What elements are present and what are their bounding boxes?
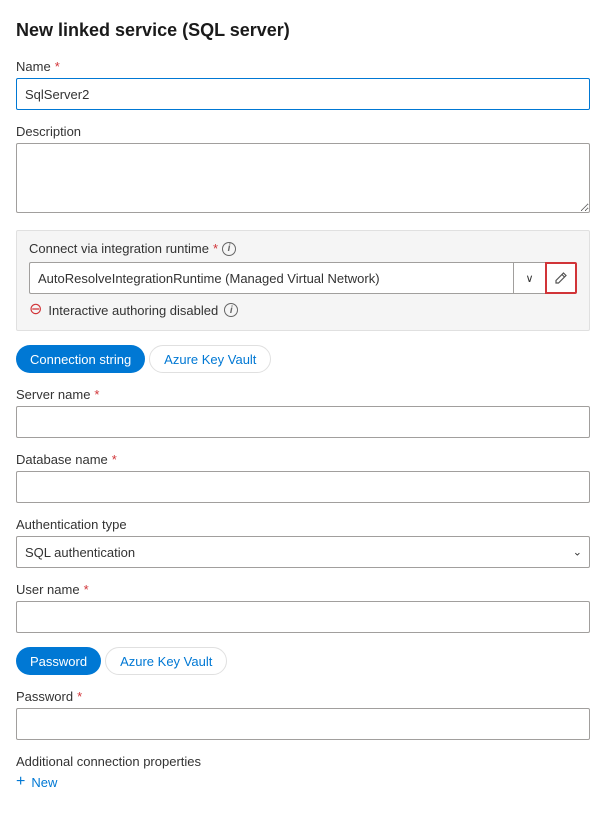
description-field-group: Description bbox=[16, 124, 590, 216]
interactive-authoring-text: Interactive authoring disabled bbox=[48, 303, 218, 318]
name-required: * bbox=[55, 59, 60, 74]
integration-runtime-label: Connect via integration runtime * i bbox=[29, 241, 577, 256]
password-tab[interactable]: Password bbox=[16, 647, 101, 675]
server-name-input[interactable] bbox=[16, 406, 590, 438]
name-field-group: Name * bbox=[16, 59, 590, 110]
password-input[interactable] bbox=[16, 708, 590, 740]
password-required: * bbox=[77, 689, 82, 704]
runtime-edit-button[interactable] bbox=[545, 262, 577, 294]
integration-runtime-section: Connect via integration runtime * i ∨ ⊖ … bbox=[16, 230, 590, 331]
auth-type-select[interactable]: SQL authentication Windows authenticatio… bbox=[16, 536, 590, 568]
description-label: Description bbox=[16, 124, 590, 139]
password-field-group: Password * bbox=[16, 689, 590, 740]
add-new-row[interactable]: + New bbox=[16, 773, 590, 791]
interactive-authoring-row: ⊖ Interactive authoring disabled i bbox=[29, 302, 577, 318]
username-field-group: User name * bbox=[16, 582, 590, 633]
integration-runtime-info-icon[interactable]: i bbox=[222, 242, 236, 256]
additional-connection-field-group: Additional connection properties + New bbox=[16, 754, 590, 791]
connection-string-tab[interactable]: Connection string bbox=[16, 345, 145, 373]
password-azure-key-vault-tab[interactable]: Azure Key Vault bbox=[105, 647, 227, 675]
runtime-chevron-button[interactable]: ∨ bbox=[513, 262, 545, 294]
database-name-label: Database name * bbox=[16, 452, 590, 467]
auth-type-label: Authentication type bbox=[16, 517, 590, 532]
database-name-field-group: Database name * bbox=[16, 452, 590, 503]
auth-type-field-group: Authentication type SQL authentication W… bbox=[16, 517, 590, 568]
additional-connection-label: Additional connection properties bbox=[16, 754, 590, 769]
plus-icon: + bbox=[16, 773, 25, 791]
runtime-input[interactable] bbox=[29, 262, 513, 294]
interactive-authoring-info-icon[interactable]: i bbox=[224, 303, 238, 317]
username-label: User name * bbox=[16, 582, 590, 597]
no-circle-icon: ⊖ bbox=[29, 302, 42, 318]
name-input[interactable] bbox=[16, 78, 590, 110]
database-name-required: * bbox=[112, 452, 117, 467]
username-required: * bbox=[84, 582, 89, 597]
database-name-input[interactable] bbox=[16, 471, 590, 503]
password-tab-row: Password Azure Key Vault bbox=[16, 647, 590, 675]
auth-type-select-wrapper: SQL authentication Windows authenticatio… bbox=[16, 536, 590, 568]
description-input[interactable] bbox=[16, 143, 590, 213]
integration-runtime-required: * bbox=[213, 241, 218, 256]
azure-key-vault-tab[interactable]: Azure Key Vault bbox=[149, 345, 271, 373]
pencil-icon bbox=[554, 271, 568, 285]
server-name-required: * bbox=[94, 387, 99, 402]
username-input[interactable] bbox=[16, 601, 590, 633]
add-new-label: New bbox=[31, 775, 57, 790]
server-name-field-group: Server name * bbox=[16, 387, 590, 438]
password-label: Password * bbox=[16, 689, 590, 704]
page-title: New linked service (SQL server) bbox=[16, 20, 590, 41]
runtime-input-row: ∨ bbox=[29, 262, 577, 294]
name-label: Name * bbox=[16, 59, 590, 74]
chevron-down-icon: ∨ bbox=[525, 272, 533, 285]
server-name-label: Server name * bbox=[16, 387, 590, 402]
connection-tab-row: Connection string Azure Key Vault bbox=[16, 345, 590, 373]
